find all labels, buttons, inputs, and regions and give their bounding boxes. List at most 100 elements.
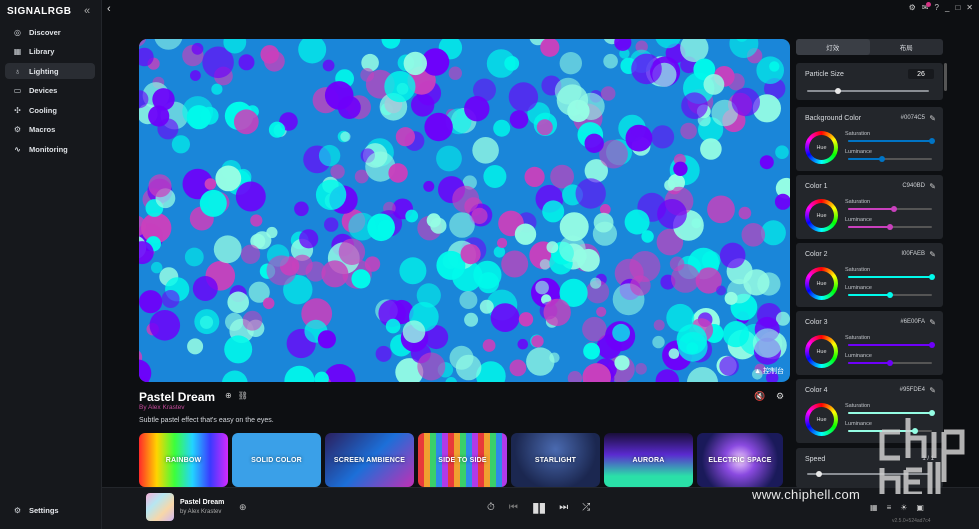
- pause-icon[interactable]: ▮▮: [532, 499, 546, 516]
- bokeh-particle: [731, 87, 760, 117]
- luminance-label: Luminance: [845, 421, 872, 427]
- bokeh-particle: [225, 312, 244, 331]
- mute-audio-icon[interactable]: 🔇: [754, 391, 765, 402]
- notification-icon[interactable]: ✉: [922, 2, 931, 12]
- bokeh-particle: [482, 339, 496, 352]
- hue-wheel[interactable]: Hue: [805, 199, 838, 232]
- bokeh-particle: [524, 166, 545, 187]
- keyboard-icon: ▭: [13, 86, 22, 95]
- settings-icon[interactable]: ⚙: [909, 3, 916, 12]
- pencil-icon[interactable]: ✎: [929, 250, 936, 259]
- sidebar-item-settings[interactable]: ⚙ Settings: [5, 502, 95, 518]
- add-icon[interactable]: ⊕: [239, 502, 247, 513]
- luminance-knob[interactable]: [878, 156, 885, 162]
- bokeh-particle: [139, 39, 147, 47]
- shuffle-icon[interactable]: ⤮: [582, 502, 590, 513]
- saturation-knob[interactable]: [929, 342, 935, 348]
- bokeh-particle: [546, 241, 559, 254]
- color-card: Color 2 I00FAEB ✎ Hue Saturation Luminan…: [796, 243, 943, 307]
- bokeh-particle: [190, 70, 201, 81]
- sidebar-item-label: Discover: [29, 27, 61, 37]
- sidebar-item-macros[interactable]: ⚙ Macros: [5, 122, 95, 138]
- bokeh-particle: [199, 189, 227, 217]
- panel-scrollbar[interactable]: [944, 63, 947, 91]
- grid-view-icon[interactable]: ▦: [870, 503, 878, 512]
- effect-thumbnail[interactable]: ELECTRIC SPACE: [697, 433, 783, 487]
- effect-thumbnail[interactable]: SIDE TO SIDE: [418, 433, 507, 487]
- saturation-knob[interactable]: [929, 274, 935, 280]
- close-icon[interactable]: ✕: [966, 3, 973, 12]
- bokeh-particle: [187, 338, 204, 355]
- sidebar-item-label: Monitoring: [29, 144, 68, 154]
- hue-wheel[interactable]: Hue: [805, 403, 838, 436]
- sidebar-item-discover[interactable]: ◎ Discover: [5, 24, 95, 40]
- bokeh-particle: [752, 328, 783, 358]
- hex-value[interactable]: #6E00FA: [900, 319, 925, 325]
- effect-thumbnail[interactable]: SOLID COLOR: [232, 433, 321, 487]
- bokeh-particle: [504, 56, 520, 71]
- add-icon[interactable]: ⊕: [225, 391, 232, 400]
- color-card: Background Color #0074C5 ✎ Hue Saturatio…: [796, 107, 943, 171]
- queue-icon[interactable]: ≡: [887, 503, 892, 512]
- miniplayer-icon[interactable]: ▣: [916, 503, 924, 512]
- pencil-icon[interactable]: ✎: [929, 386, 936, 395]
- saturation-knob[interactable]: [891, 206, 898, 212]
- hue-wheel[interactable]: Hue: [805, 131, 838, 164]
- hex-value[interactable]: #95FDE4: [900, 387, 925, 393]
- hex-value[interactable]: I00FAEB: [901, 251, 925, 257]
- hue-wheel[interactable]: Hue: [805, 267, 838, 300]
- effect-author[interactable]: By Alex Krastev: [139, 404, 185, 411]
- particle-size-slider[interactable]: [807, 90, 929, 92]
- help-icon[interactable]: ?: [935, 3, 939, 12]
- console-link[interactable]: ▲ 控制台: [754, 366, 784, 376]
- sidebar-item-cooling[interactable]: ✣ Cooling: [5, 102, 95, 118]
- saturation-fill: [848, 208, 895, 210]
- pencil-icon[interactable]: ✎: [929, 318, 936, 327]
- effect-settings-icon[interactable]: ⚙: [776, 391, 784, 402]
- previous-icon[interactable]: ⏮: [509, 502, 518, 513]
- now-playing-thumbnail[interactable]: [146, 493, 174, 521]
- sidebar-item-devices[interactable]: ▭ Devices: [5, 83, 95, 99]
- speed-knob[interactable]: [816, 471, 822, 477]
- sidebar-item-library[interactable]: ▦ Library: [5, 44, 95, 60]
- bokeh-particle: [655, 369, 679, 382]
- saturation-label: Saturation: [845, 335, 871, 341]
- bulb-icon: ♁: [14, 66, 21, 76]
- sidebar-item-monitoring[interactable]: ∿ Monitoring: [5, 141, 95, 157]
- bokeh-particle: [509, 110, 529, 129]
- hue-wheel[interactable]: Hue: [805, 335, 838, 368]
- hex-value[interactable]: C940BD: [902, 183, 925, 189]
- next-icon[interactable]: ⏭: [559, 502, 568, 513]
- particle-size-input[interactable]: 26: [908, 69, 934, 79]
- luminance-knob[interactable]: [887, 292, 893, 298]
- back-icon[interactable]: ‹: [107, 3, 111, 15]
- bokeh-particle: [497, 237, 508, 249]
- bokeh-particle: [268, 121, 286, 138]
- effect-thumbnail[interactable]: STARLIGHT: [511, 433, 600, 487]
- collapse-sidebar-icon[interactable]: «: [84, 5, 90, 17]
- saturation-knob[interactable]: [929, 138, 935, 144]
- luminance-knob[interactable]: [887, 224, 893, 230]
- tab-layout[interactable]: 布局: [870, 39, 944, 55]
- minimize-icon[interactable]: _: [945, 3, 949, 12]
- tab-effects[interactable]: 灯效: [796, 39, 870, 55]
- effect-thumbnail[interactable]: SCREEN AMBIENCE: [325, 433, 414, 487]
- effect-thumbnail[interactable]: RAINBOW: [139, 433, 228, 487]
- bokeh-particle: [340, 131, 351, 142]
- pencil-icon[interactable]: ✎: [929, 182, 936, 191]
- sidebar-item-label: Library: [29, 47, 55, 56]
- brightness-icon[interactable]: ☀: [900, 503, 907, 512]
- bokeh-particle: [641, 230, 654, 243]
- effect-thumbnail-label: RAINBOW: [165, 456, 202, 464]
- hex-value[interactable]: #0074C5: [901, 115, 925, 121]
- luminance-label: Luminance: [845, 217, 872, 223]
- link-icon[interactable]: ⛓: [238, 391, 248, 400]
- particle-size-knob[interactable]: [835, 88, 841, 94]
- timer-icon[interactable]: ⏱: [487, 502, 495, 513]
- bokeh-particle: [509, 359, 527, 377]
- pencil-icon[interactable]: ✎: [929, 114, 936, 123]
- maximize-icon[interactable]: □: [955, 3, 960, 12]
- effect-thumbnail[interactable]: AURORA: [604, 433, 693, 487]
- luminance-knob[interactable]: [887, 360, 893, 366]
- sidebar-item-lighting[interactable]: ♁ Lighting: [5, 63, 95, 79]
